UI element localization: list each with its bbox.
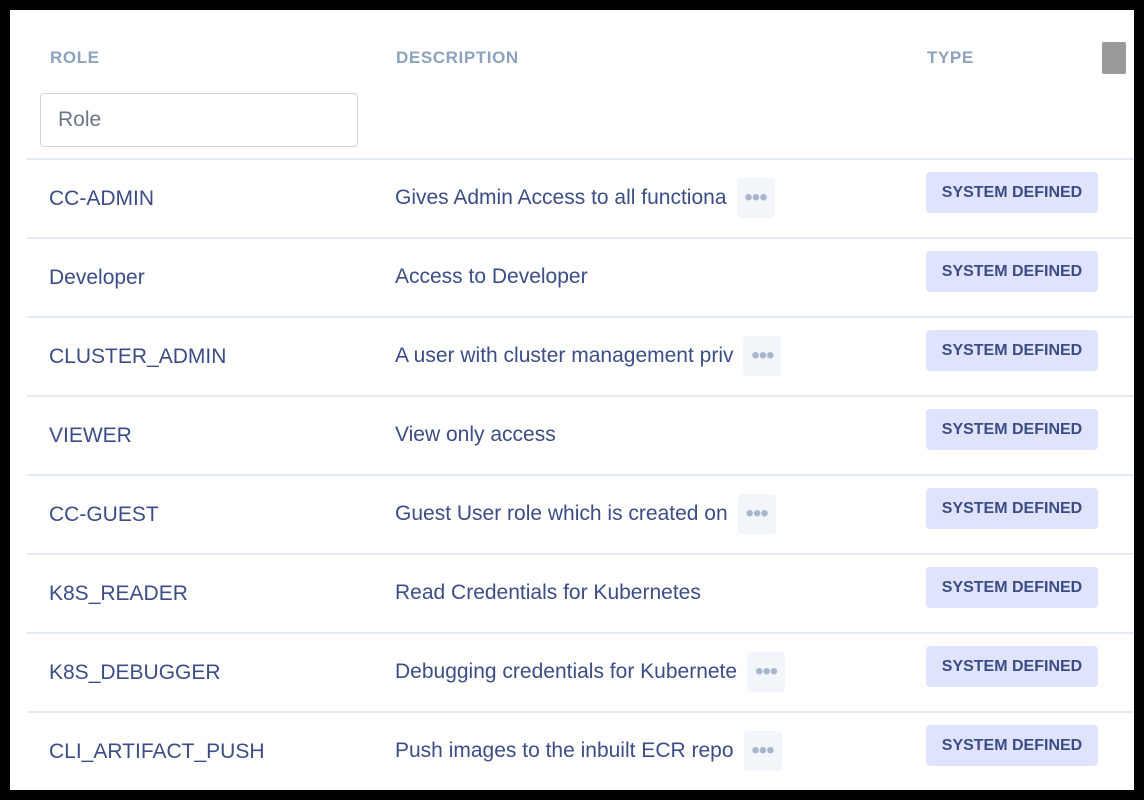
- role-description: Gives Admin Access to all functiona: [395, 186, 727, 209]
- role-name: CC-ADMIN: [49, 187, 154, 210]
- role-name: CC-GUEST: [49, 503, 159, 526]
- type-badge: SYSTEM DEFINED: [926, 409, 1098, 450]
- type-badge: SYSTEM DEFINED: [926, 172, 1098, 213]
- table-row[interactable]: CLUSTER_ADMIN A user with cluster manage…: [27, 318, 1134, 397]
- description-cell: View only access •••: [395, 415, 556, 455]
- description-cell: Push images to the inbuilt ECR repo •••: [395, 731, 782, 771]
- role-description: A user with cluster management priv: [395, 344, 734, 367]
- roles-panel: ROLE DESCRIPTION TYPE CC-ADMIN Gives Adm…: [10, 10, 1134, 790]
- description-cell: Debugging credentials for Kubernete •••: [395, 652, 786, 692]
- more-button[interactable]: •••: [743, 336, 782, 376]
- type-badge: SYSTEM DEFINED: [926, 725, 1098, 766]
- ellipsis-icon: •••: [751, 342, 774, 369]
- description-cell: Gives Admin Access to all functiona •••: [395, 178, 775, 218]
- role-description: Debugging credentials for Kubernete: [395, 660, 738, 683]
- role-name: K8S_READER: [49, 582, 188, 605]
- more-button[interactable]: •••: [743, 731, 782, 771]
- role-description: View only access: [395, 423, 556, 446]
- more-button[interactable]: •••: [737, 494, 776, 534]
- role-name: CLI_ARTIFACT_PUSH: [49, 740, 265, 763]
- scrollbar-thumb[interactable]: [1102, 42, 1126, 74]
- column-header-type[interactable]: TYPE: [927, 48, 974, 68]
- role-description: Access to Developer: [395, 265, 588, 288]
- role-name: CLUSTER_ADMIN: [49, 345, 227, 368]
- type-badge: SYSTEM DEFINED: [926, 488, 1098, 529]
- type-badge: SYSTEM DEFINED: [926, 646, 1098, 687]
- table-row[interactable]: K8S_READER Read Credentials for Kubernet…: [27, 555, 1134, 634]
- ellipsis-icon: •••: [754, 658, 778, 685]
- description-cell: A user with cluster management priv •••: [395, 336, 782, 376]
- table-row[interactable]: CC-GUEST Guest User role which is create…: [27, 476, 1134, 555]
- role-name: K8S_DEBUGGER: [49, 661, 221, 684]
- column-header-description[interactable]: DESCRIPTION: [396, 48, 519, 68]
- roles-table-body: CC-ADMIN Gives Admin Access to all funct…: [27, 160, 1134, 790]
- description-cell: Access to Developer •••: [395, 257, 588, 297]
- role-description: Read Credentials for Kubernetes: [395, 581, 701, 604]
- table-row[interactable]: K8S_DEBUGGER Debugging credentials for K…: [27, 634, 1134, 713]
- type-badge: SYSTEM DEFINED: [926, 330, 1098, 371]
- table-row[interactable]: CLI_ARTIFACT_PUSH Push images to the inb…: [27, 713, 1134, 790]
- type-badge: SYSTEM DEFINED: [926, 567, 1098, 608]
- ellipsis-icon: •••: [745, 500, 769, 527]
- ellipsis-icon: •••: [744, 184, 767, 211]
- ellipsis-icon: •••: [751, 737, 774, 764]
- table-row[interactable]: Developer Access to Developer ••• SYSTEM…: [27, 239, 1134, 318]
- description-cell: Read Credentials for Kubernetes •••: [395, 573, 701, 613]
- role-name: VIEWER: [49, 424, 132, 447]
- role-description: Guest User role which is created on: [395, 502, 728, 525]
- role-description: Push images to the inbuilt ECR repo: [395, 739, 734, 762]
- type-badge: SYSTEM DEFINED: [926, 251, 1098, 292]
- more-button[interactable]: •••: [747, 652, 786, 692]
- role-name: Developer: [49, 266, 145, 289]
- table-row[interactable]: VIEWER View only access ••• SYSTEM DEFIN…: [27, 397, 1134, 476]
- description-cell: Guest User role which is created on •••: [395, 494, 776, 534]
- role-filter-input[interactable]: [40, 93, 358, 147]
- table-row[interactable]: CC-ADMIN Gives Admin Access to all funct…: [27, 160, 1134, 239]
- column-header-role[interactable]: ROLE: [50, 48, 100, 68]
- more-button[interactable]: •••: [736, 178, 775, 218]
